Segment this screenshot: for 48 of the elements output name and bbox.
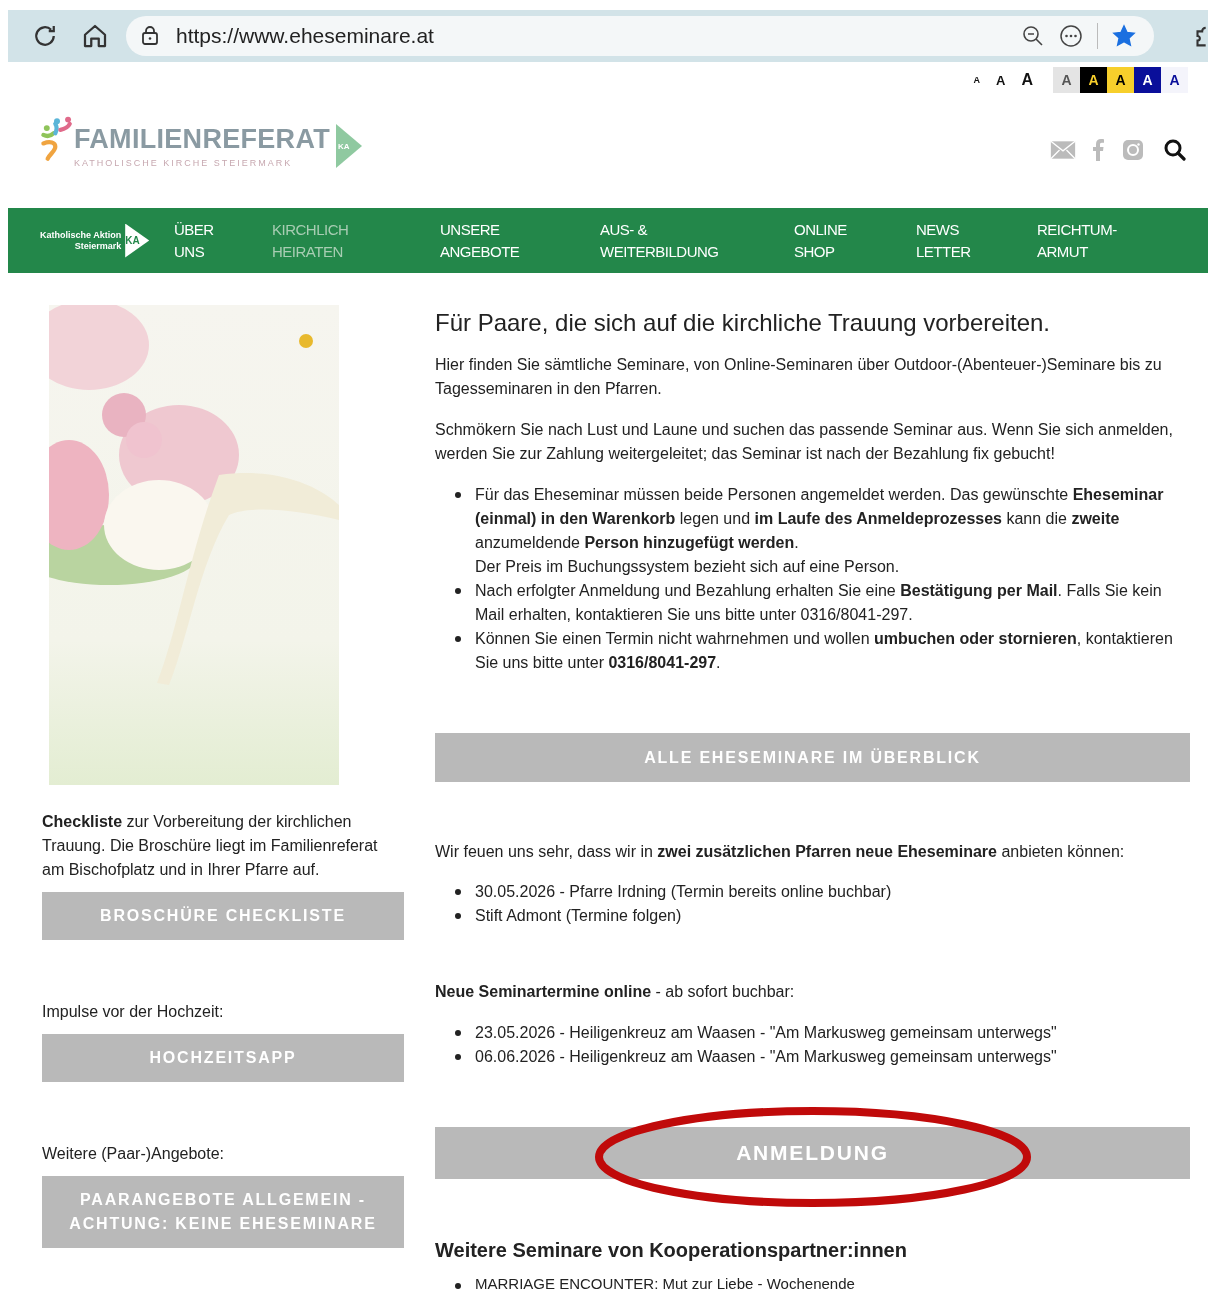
contrast-button[interactable]: A bbox=[1080, 67, 1107, 93]
sidebar-text: Checkliste zur Vorbereitung der kirchlichen Trauung. Die Broschüre liegt im Familienreferat am Bischofplatz und in Ihrer Pfarre auf. bbox=[42, 812, 379, 880]
list-item-text: 06.06.2026 - Heiligenkreuz am Waasen - "Am Markusweg gemeinsam unterwegs" bbox=[475, 1047, 1057, 1067]
nav-logo-badge[interactable]: KA bbox=[125, 223, 150, 258]
star-icon[interactable] bbox=[1112, 24, 1136, 48]
list-item-text: MARRIAGE ENCOUNTER: Mut zur Liebe - Wochenende bbox=[475, 1274, 855, 1294]
bullet-icon bbox=[455, 588, 461, 594]
sidebar-text: Weitere (Paar-)Angebote: bbox=[42, 1144, 225, 1164]
bullet-icon bbox=[455, 1054, 461, 1060]
nav-link[interactable]: AUS- & WEITERBILDUNG bbox=[600, 218, 794, 263]
list-item-text: Können Sie einen Termin nicht wahrnehmen und wollen umbuchen oder stornieren, kontaktieren Sie uns bitte unter 0316/8041-297. bbox=[475, 629, 1174, 673]
sidebar-text: Impulse vor der Hochzeit: bbox=[42, 1002, 225, 1022]
bullet-icon bbox=[455, 889, 461, 895]
url-text: https://www.eheseminare.at bbox=[176, 24, 434, 48]
page-heading: Für Paare, die sich auf die kirchliche Trauung vorbereiten. bbox=[435, 309, 1051, 337]
section-heading: Weitere Seminare von Kooperationspartner:innen bbox=[435, 1239, 908, 1262]
list-item-text: 23.05.2026 - Heiligenkreuz am Waasen - "Am Markusweg gemeinsam unterwegs" bbox=[475, 1023, 1057, 1043]
list-item-text: Stift Admont (Termine folgen) bbox=[475, 906, 682, 926]
paragraph: Schmökern Sie nach Lust und Laune und suchen das passende Seminar aus. Wenn Sie sich anmelden, werden Sie zur Zahlung weitergeleitet; das Seminar ist nach der Bezahlung fix gebucht! bbox=[435, 420, 1174, 464]
contrast-button[interactable]: A bbox=[1161, 67, 1188, 93]
nav-link[interactable]: UNSERE ANGEBOTE bbox=[440, 218, 600, 263]
paragraph: Hier finden Sie sämtliche Seminare, von Online-Seminaren über Outdoor-(Abenteuer-)Seminare bis zu Tagesseminaren in den Pfarren. bbox=[435, 355, 1163, 399]
bullet-icon bbox=[455, 913, 461, 919]
nav-link[interactable]: ONLINE SHOP bbox=[794, 218, 916, 263]
bullet-icon bbox=[455, 1030, 461, 1036]
paragraph: Neue Seminartermine online - ab sofort buchbar: bbox=[435, 982, 796, 1002]
contrast-button[interactable]: A bbox=[1053, 67, 1080, 93]
logo-badge: KA bbox=[336, 124, 362, 168]
bullet-icon bbox=[455, 636, 461, 642]
more-icon[interactable] bbox=[1059, 24, 1083, 48]
contrast-button[interactable]: A bbox=[1107, 67, 1134, 93]
nav-link[interactable]: REICHTUM- ARMUT bbox=[1037, 218, 1117, 263]
nav-link[interactable]: ÜBER UNS bbox=[174, 218, 272, 263]
search-icon[interactable] bbox=[1162, 139, 1188, 161]
nav-link[interactable]: NEWS LETTER bbox=[916, 218, 1037, 263]
list-item-text: Nach erfolgter Anmeldung und Bezahlung erhalten Sie eine Bestätigung per Mail. Falls Sie kein Mail erhalten, kontaktieren Sie uns bitte unter 0316/8041-297. bbox=[475, 581, 1163, 625]
logo-subtitle: KATHOLISCHE KIRCHE STEIERMARK bbox=[74, 158, 294, 168]
bullet-icon bbox=[455, 1283, 461, 1289]
logo-title: FAMILIENREFERAT bbox=[74, 124, 330, 155]
bullet-icon bbox=[455, 492, 461, 498]
contrast-button[interactable]: A bbox=[1134, 67, 1161, 93]
address-bar[interactable]: https://www.eheseminare.at bbox=[126, 16, 1154, 56]
nav-logo-text[interactable]: Katholische Aktion Steiermark bbox=[40, 229, 122, 252]
nav-link[interactable]: KIRCHLICH HEIRATEN bbox=[272, 218, 440, 263]
zoom-out-icon[interactable] bbox=[1021, 24, 1045, 48]
list-item-text: 30.05.2026 - Pfarre Irdning (Termin bereits online buchbar) bbox=[475, 882, 892, 902]
list-item-text: Für das Eheseminar müssen beide Personen angemeldet werden. Das gewünschte Eheseminar (einmal) in den Warenkorb legen und im Laufe des Anmeldeprozesses kann die zweite anzumeldende Person hinzugefügt werden. Der Preis im Buchungssystem bezieht sich auf eine Person. bbox=[475, 485, 1165, 577]
paragraph: Wir feuen uns sehr, dass wir in zwei zusätzlichen Pfarren neue Eheseminare anbieten können: bbox=[435, 842, 1126, 862]
